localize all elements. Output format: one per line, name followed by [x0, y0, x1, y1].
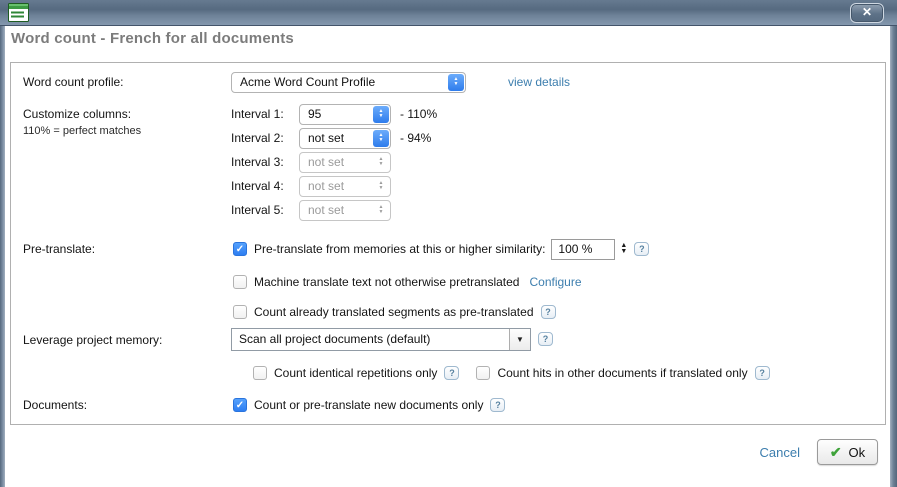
machine-translate-row: Machine translate text not otherwise pre…: [233, 271, 582, 293]
interval-2-suffix: - 94%: [400, 131, 431, 145]
leverage-dropdown-row: Scan all project documents (default) ▼ ?: [231, 327, 553, 351]
identical-repetitions-checkbox[interactable]: [253, 366, 267, 380]
already-translated-row: Count already translated segments as pre…: [233, 301, 556, 323]
help-icon[interactable]: ?: [538, 332, 553, 346]
window-frame-left: [0, 26, 5, 487]
interval-row-2: Interval 2: not set ▲ ▼ - 94%: [231, 127, 431, 149]
profile-select[interactable]: Acme Word Count Profile ▲ ▼: [231, 72, 466, 93]
stepper-icon: ▲ ▼: [373, 106, 389, 123]
titlebar: ✕: [0, 0, 897, 26]
interval-row-4: Interval 4: not set ▲ ▼: [231, 175, 391, 197]
stepper-down-icon: ▼: [379, 162, 384, 167]
interval-1-select[interactable]: 95 ▲ ▼: [299, 104, 391, 125]
window-frame-right: [890, 26, 897, 487]
already-translated-checkbox[interactable]: [233, 305, 247, 319]
new-documents-text: Count or pre-translate new documents onl…: [254, 398, 483, 412]
close-button[interactable]: ✕: [850, 3, 884, 23]
interval-1-suffix: - 110%: [400, 107, 437, 121]
interval-3-select: not set ▲ ▼: [299, 152, 391, 173]
documents-label: Documents:: [23, 398, 87, 412]
stepper-down-icon: ▼: [454, 82, 459, 87]
stepper-down-icon: ▼: [379, 186, 384, 191]
form-panel: Word count profile: Acme Word Count Prof…: [10, 62, 886, 425]
profile-label: Word count profile:: [23, 75, 231, 89]
interval-5-label: Interval 5:: [231, 203, 299, 217]
interval-2-select[interactable]: not set ▲ ▼: [299, 128, 391, 149]
cancel-link[interactable]: Cancel: [760, 445, 800, 460]
pretranslate-label-row: Pre-translate:: [23, 238, 95, 260]
view-details-link[interactable]: view details: [508, 75, 570, 89]
documents-new-only-row: ✓ Count or pre-translate new documents o…: [233, 394, 505, 416]
pretranslate-memories-row: ✓ Pre-translate from memories at this or…: [233, 236, 649, 262]
interval-2-value: not set: [308, 131, 367, 145]
dialog-title: Word count - French for all documents: [11, 30, 294, 47]
profile-select-value: Acme Word Count Profile: [240, 75, 442, 89]
dropdown-arrow-icon: ▼: [509, 329, 530, 350]
word-count-dialog: ✕ Word count - French for all documents …: [0, 0, 897, 487]
interval-3-value: not set: [308, 155, 367, 169]
ok-button[interactable]: ✔ Ok: [817, 439, 878, 465]
identical-repetitions-text: Count identical repetitions only: [274, 366, 437, 380]
interval-2-label: Interval 2:: [231, 131, 299, 145]
help-icon[interactable]: ?: [634, 242, 649, 256]
help-icon[interactable]: ?: [444, 366, 459, 380]
window-icon: [8, 3, 29, 22]
interval-4-label: Interval 4:: [231, 179, 299, 193]
pretranslate-memories-text: Pre-translate from memories at this or h…: [254, 242, 545, 256]
interval-row-3: Interval 3: not set ▲ ▼: [231, 151, 391, 173]
customize-label-row: Customize columns:: [23, 103, 131, 125]
stepper-icon: ▲ ▼: [373, 178, 389, 195]
help-icon[interactable]: ?: [541, 305, 556, 319]
hits-other-documents-text: Count hits in other documents if transla…: [497, 366, 747, 380]
interval-5-select: not set ▲ ▼: [299, 200, 391, 221]
configure-link[interactable]: Configure: [529, 275, 581, 289]
interval-row-5: Interval 5: not set ▲ ▼: [231, 199, 391, 221]
profile-row: Word count profile: Acme Word Count Prof…: [23, 71, 863, 93]
leverage-dropdown[interactable]: Scan all project documents (default) ▼: [231, 328, 531, 351]
already-translated-text: Count already translated segments as pre…: [254, 305, 534, 319]
interval-5-value: not set: [308, 203, 367, 217]
machine-translate-text: Machine translate text not otherwise pre…: [254, 275, 519, 289]
leverage-dropdown-value: Scan all project documents (default): [232, 332, 509, 346]
ok-label: Ok: [849, 445, 866, 460]
spinner-icon[interactable]: ▲ ▼: [620, 243, 627, 255]
interval-3-label: Interval 3:: [231, 155, 299, 169]
stepper-down-icon: ▼: [379, 210, 384, 215]
stepper-icon: ▲ ▼: [373, 202, 389, 219]
stepper-down-icon: ▼: [379, 114, 384, 119]
help-icon[interactable]: ?: [490, 398, 505, 412]
interval-1-value: 95: [308, 107, 367, 121]
stepper-icon: ▲ ▼: [373, 154, 389, 171]
customize-label: Customize columns:: [23, 107, 131, 121]
stepper-icon: ▲ ▼: [373, 130, 389, 147]
pretranslate-memories-checkbox[interactable]: ✓: [233, 242, 247, 256]
new-documents-checkbox[interactable]: ✓: [233, 398, 247, 412]
similarity-input[interactable]: 100 %: [551, 239, 615, 260]
hits-other-documents-checkbox[interactable]: [476, 366, 490, 380]
leverage-label-row: Leverage project memory:: [23, 329, 162, 351]
documents-label-row: Documents:: [23, 394, 87, 416]
pretranslate-label: Pre-translate:: [23, 242, 95, 256]
stepper-icon: ▲ ▼: [448, 74, 464, 91]
spinner-down-icon: ▼: [620, 249, 627, 255]
leverage-options-row: Count identical repetitions only ? Count…: [253, 362, 770, 384]
interval-4-value: not set: [308, 179, 367, 193]
leverage-label: Leverage project memory:: [23, 333, 162, 347]
machine-translate-checkbox[interactable]: [233, 275, 247, 289]
interval-1-label: Interval 1:: [231, 107, 299, 121]
check-icon: ✔: [830, 445, 842, 459]
stepper-down-icon: ▼: [379, 138, 384, 143]
interval-row-1: Interval 1: 95 ▲ ▼ - 110%: [231, 103, 437, 125]
customize-note: 110% = perfect matches: [23, 125, 141, 137]
help-icon[interactable]: ?: [755, 366, 770, 380]
dialog-footer: Cancel ✔ Ok: [760, 439, 878, 465]
interval-4-select: not set ▲ ▼: [299, 176, 391, 197]
